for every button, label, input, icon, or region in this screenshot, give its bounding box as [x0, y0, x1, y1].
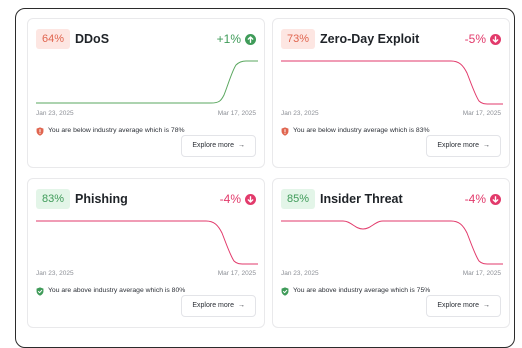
date-end: Mar 17, 2025: [462, 110, 501, 117]
trend-change: -4%: [465, 191, 501, 207]
card-title: Insider Threat: [320, 192, 403, 206]
card-insider-threat: 85% Insider Threat -4% Jan 23, 2025 Mar …: [272, 178, 510, 328]
arrow-right-icon: →: [238, 142, 245, 149]
explore-label: Explore more: [437, 302, 479, 309]
shield-warning-icon: [281, 126, 289, 136]
explore-label: Explore more: [192, 142, 234, 149]
card-title: DDoS: [75, 32, 110, 46]
status-text: You are above industry average which is …: [293, 287, 431, 294]
shield-check-icon: [36, 286, 44, 296]
card-title: Phishing: [75, 192, 128, 206]
status-text: You are below industry average which is …: [48, 127, 185, 134]
score-badge: 64%: [36, 29, 71, 49]
date-end: Mar 17, 2025: [217, 270, 256, 277]
arrow-right-icon: →: [483, 142, 490, 149]
industry-status: You are above industry average which is …: [281, 286, 430, 296]
sparkline: [36, 60, 258, 104]
status-text: You are below industry average which is …: [293, 127, 430, 134]
trend-value: +1%: [216, 32, 241, 46]
arrow-right-icon: →: [238, 302, 245, 309]
date-start: Jan 23, 2025: [281, 270, 319, 277]
score-badge: 85%: [281, 189, 316, 209]
arrow-up-circle-icon: [245, 33, 256, 45]
arrow-down-circle-icon: [490, 33, 501, 45]
industry-status: You are below industry average which is …: [281, 126, 430, 136]
trend-change: +1%: [217, 31, 256, 47]
explore-label: Explore more: [192, 302, 234, 309]
industry-status: You are below industry average which is …: [36, 126, 185, 136]
explore-more-button[interactable]: Explore more →: [426, 295, 501, 317]
card-ddos: 64% DDoS +1% Jan 23, 2025 Mar 17, 2025 Y…: [27, 18, 265, 168]
explore-more-button[interactable]: Explore more →: [181, 295, 256, 317]
date-end: Mar 17, 2025: [217, 110, 256, 117]
date-start: Jan 23, 2025: [36, 270, 74, 277]
shield-warning-icon: [36, 126, 44, 136]
dashboard-frame: 64% DDoS +1% Jan 23, 2025 Mar 17, 2025 Y…: [15, 8, 515, 348]
trend-value: -4%: [464, 192, 486, 206]
date-end: Mar 17, 2025: [462, 270, 501, 277]
card-zero-day-exploit: 73% Zero-Day Exploit -5% Jan 23, 2025 Ma…: [272, 18, 510, 168]
card-title: Zero-Day Exploit: [320, 32, 420, 46]
explore-more-button[interactable]: Explore more →: [426, 135, 501, 157]
date-start: Jan 23, 2025: [281, 110, 319, 117]
trend-change: -5%: [465, 31, 501, 47]
industry-status: You are above industry average which is …: [36, 286, 185, 296]
trend-change: -4%: [220, 191, 256, 207]
arrow-down-circle-icon: [245, 193, 256, 205]
arrow-down-circle-icon: [490, 193, 501, 205]
card-phishing: 83% Phishing -4% Jan 23, 2025 Mar 17, 20…: [27, 178, 265, 328]
score-badge: 73%: [281, 29, 316, 49]
sparkline: [281, 60, 503, 105]
status-text: You are above industry average which is …: [48, 287, 186, 294]
arrow-right-icon: →: [483, 302, 490, 309]
sparkline: [36, 220, 258, 265]
explore-more-button[interactable]: Explore more →: [181, 135, 256, 157]
score-badge: 83%: [36, 189, 71, 209]
explore-label: Explore more: [437, 142, 479, 149]
sparkline: [281, 220, 503, 265]
date-start: Jan 23, 2025: [36, 110, 74, 117]
trend-value: -4%: [219, 192, 241, 206]
shield-check-icon: [281, 286, 289, 296]
trend-value: -5%: [464, 32, 486, 46]
